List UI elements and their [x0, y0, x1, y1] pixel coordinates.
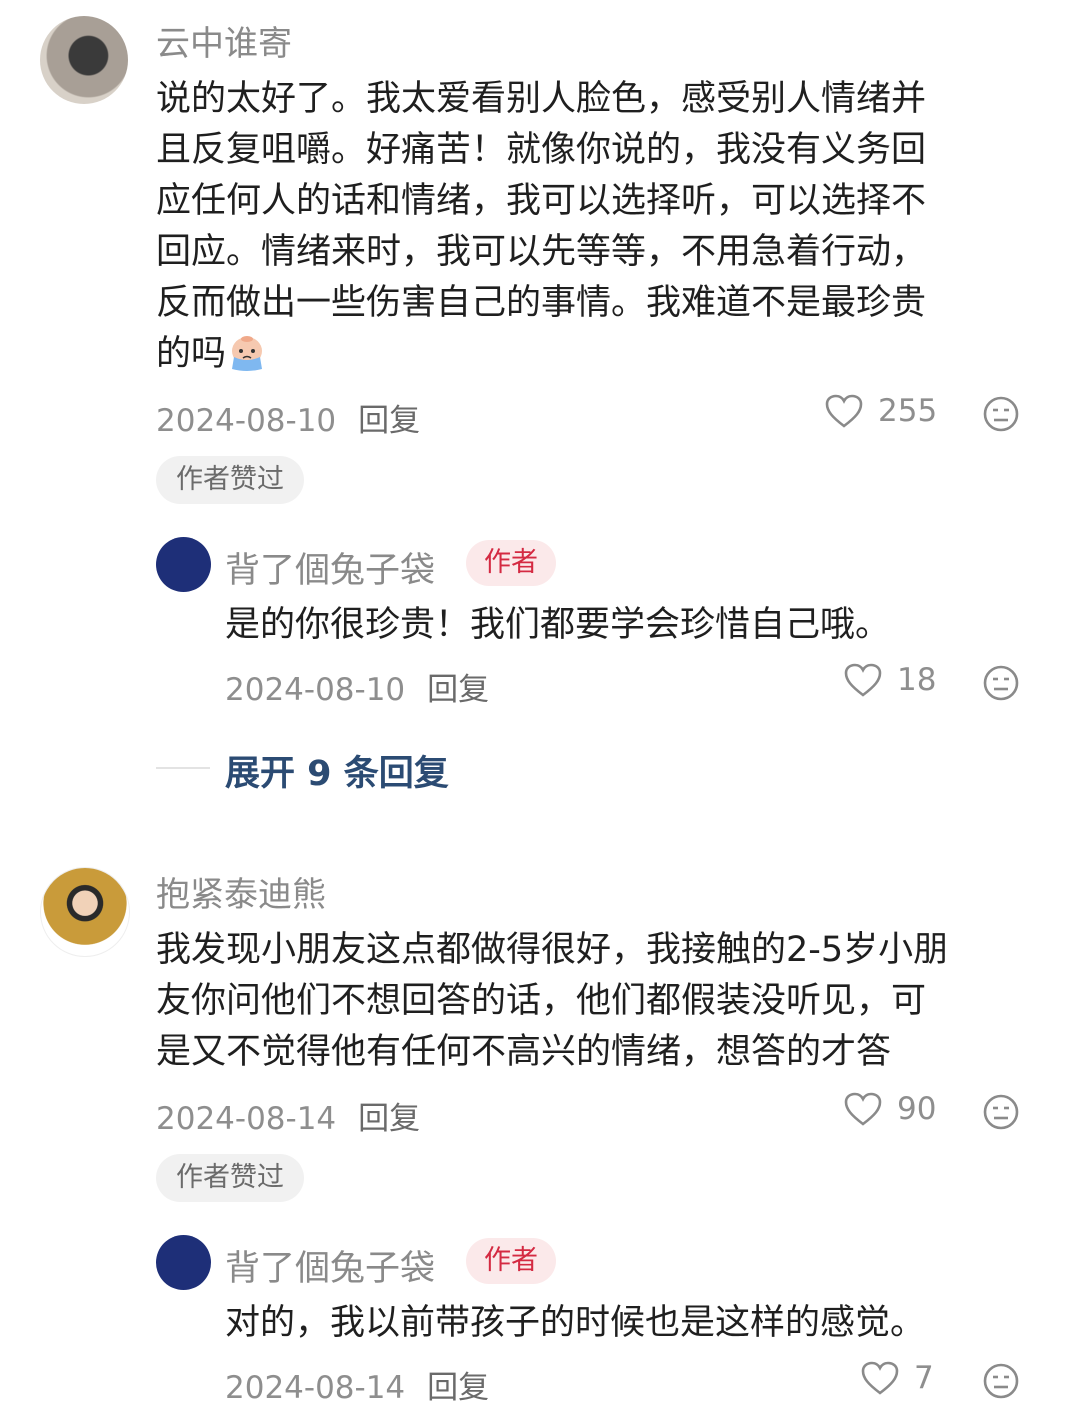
like-count: 18 [897, 662, 937, 698]
reply-date: 2024-08-14 [225, 1370, 406, 1406]
like-count: 7 [914, 1360, 934, 1396]
neutral-face-icon [983, 1094, 1019, 1130]
reply-avatar[interactable] [156, 1235, 211, 1290]
dislike-button[interactable] [982, 395, 1020, 437]
author-badge: 作者 [466, 540, 556, 586]
dislike-button[interactable] [982, 664, 1020, 706]
reply-meta: 2024-08-14 回复 [225, 1362, 489, 1407]
dislike-button[interactable] [982, 1362, 1020, 1404]
comment-text-line: 是又不觉得他有任何不高兴的情绪，想答的才答 [156, 1032, 892, 1072]
reply-avatar[interactable] [156, 537, 211, 592]
neutral-face-icon [983, 1363, 1019, 1399]
comment-username[interactable]: 抱紧泰迪熊 [156, 867, 326, 916]
comment-text: 我发现小朋友这点都做得很好，我接触的2-5岁小朋 友你问他们不想回答的话，他们都… [156, 925, 1056, 1078]
comment-text-line: 回应。情绪来时，我可以先等等，不用急着行动， [156, 232, 927, 272]
like-button[interactable]: 255 [824, 393, 937, 429]
author-liked-tag: 作者赞过 [156, 1154, 304, 1202]
like-button[interactable]: 18 [843, 662, 936, 698]
comment-text-line: 我发现小朋友这点都做得很好，我接触的2-5岁小朋 [156, 930, 949, 970]
comment-text-line: 友你问他们不想回答的话，他们都假装没听见，可 [156, 981, 927, 1021]
reply-username[interactable]: 背了個兔子袋 [225, 1240, 435, 1291]
comment-text-line-last: 的吗 [156, 329, 1056, 380]
reply-meta: 2024-08-10 回复 [225, 664, 489, 709]
reply-button[interactable]: 回复 [427, 1370, 489, 1406]
crying-face-emoji-icon [226, 333, 268, 373]
reply-text: 是的你很珍贵！我们都要学会珍惜自己哦。 [225, 605, 891, 645]
expand-replies-button[interactable]: 展开 9 条回复 [225, 745, 449, 796]
comment-meta: 2024-08-14 回复 [156, 1093, 420, 1138]
comment-text: 说的太好了。我太爱看别人脸色，感受别人情绪并 且反复咀嚼。好痛苦！就像你说的，我… [156, 74, 1056, 380]
like-button[interactable]: 90 [843, 1091, 936, 1127]
comment-text-line: 说的太好了。我太爱看别人脸色，感受别人情绪并 [156, 79, 927, 119]
like-count: 255 [878, 393, 938, 429]
neutral-face-icon [983, 665, 1019, 701]
heart-outline-icon [825, 394, 863, 428]
heart-outline-icon [861, 1361, 899, 1395]
like-count: 90 [897, 1091, 937, 1127]
like-button[interactable]: 7 [860, 1360, 934, 1396]
comment-username[interactable]: 云中谁寄 [156, 16, 292, 65]
comment-text-line: 的吗 [156, 334, 227, 374]
comment-date: 2024-08-10 [156, 403, 337, 439]
comment-meta: 2024-08-10 回复 [156, 395, 420, 440]
neutral-face-icon [983, 396, 1019, 432]
reply-username[interactable]: 背了個兔子袋 [225, 542, 435, 593]
comment-text-line: 且反复咀嚼。好痛苦！就像你说的，我没有义务回 [156, 130, 927, 170]
comment-text-line: 应任何人的话和情绪，我可以选择听，可以选择不 [156, 181, 927, 221]
comment-date: 2024-08-14 [156, 1101, 337, 1137]
dislike-button[interactable] [982, 1093, 1020, 1135]
avatar[interactable] [40, 867, 130, 957]
reply-text: 对的，我以前带孩子的时候也是这样的感觉。 [225, 1303, 926, 1343]
divider [156, 767, 210, 769]
heart-outline-icon [844, 1092, 882, 1126]
reply-button[interactable]: 回复 [427, 672, 489, 708]
author-badge: 作者 [466, 1238, 556, 1284]
reply-date: 2024-08-10 [225, 672, 406, 708]
reply-button[interactable]: 回复 [358, 1101, 420, 1137]
avatar[interactable] [40, 16, 128, 104]
comment-text-line: 反而做出一些伤害自己的事情。我难道不是最珍贵 [156, 283, 927, 323]
reply-button[interactable]: 回复 [358, 403, 420, 439]
author-liked-tag: 作者赞过 [156, 456, 304, 504]
heart-outline-icon [844, 663, 882, 697]
